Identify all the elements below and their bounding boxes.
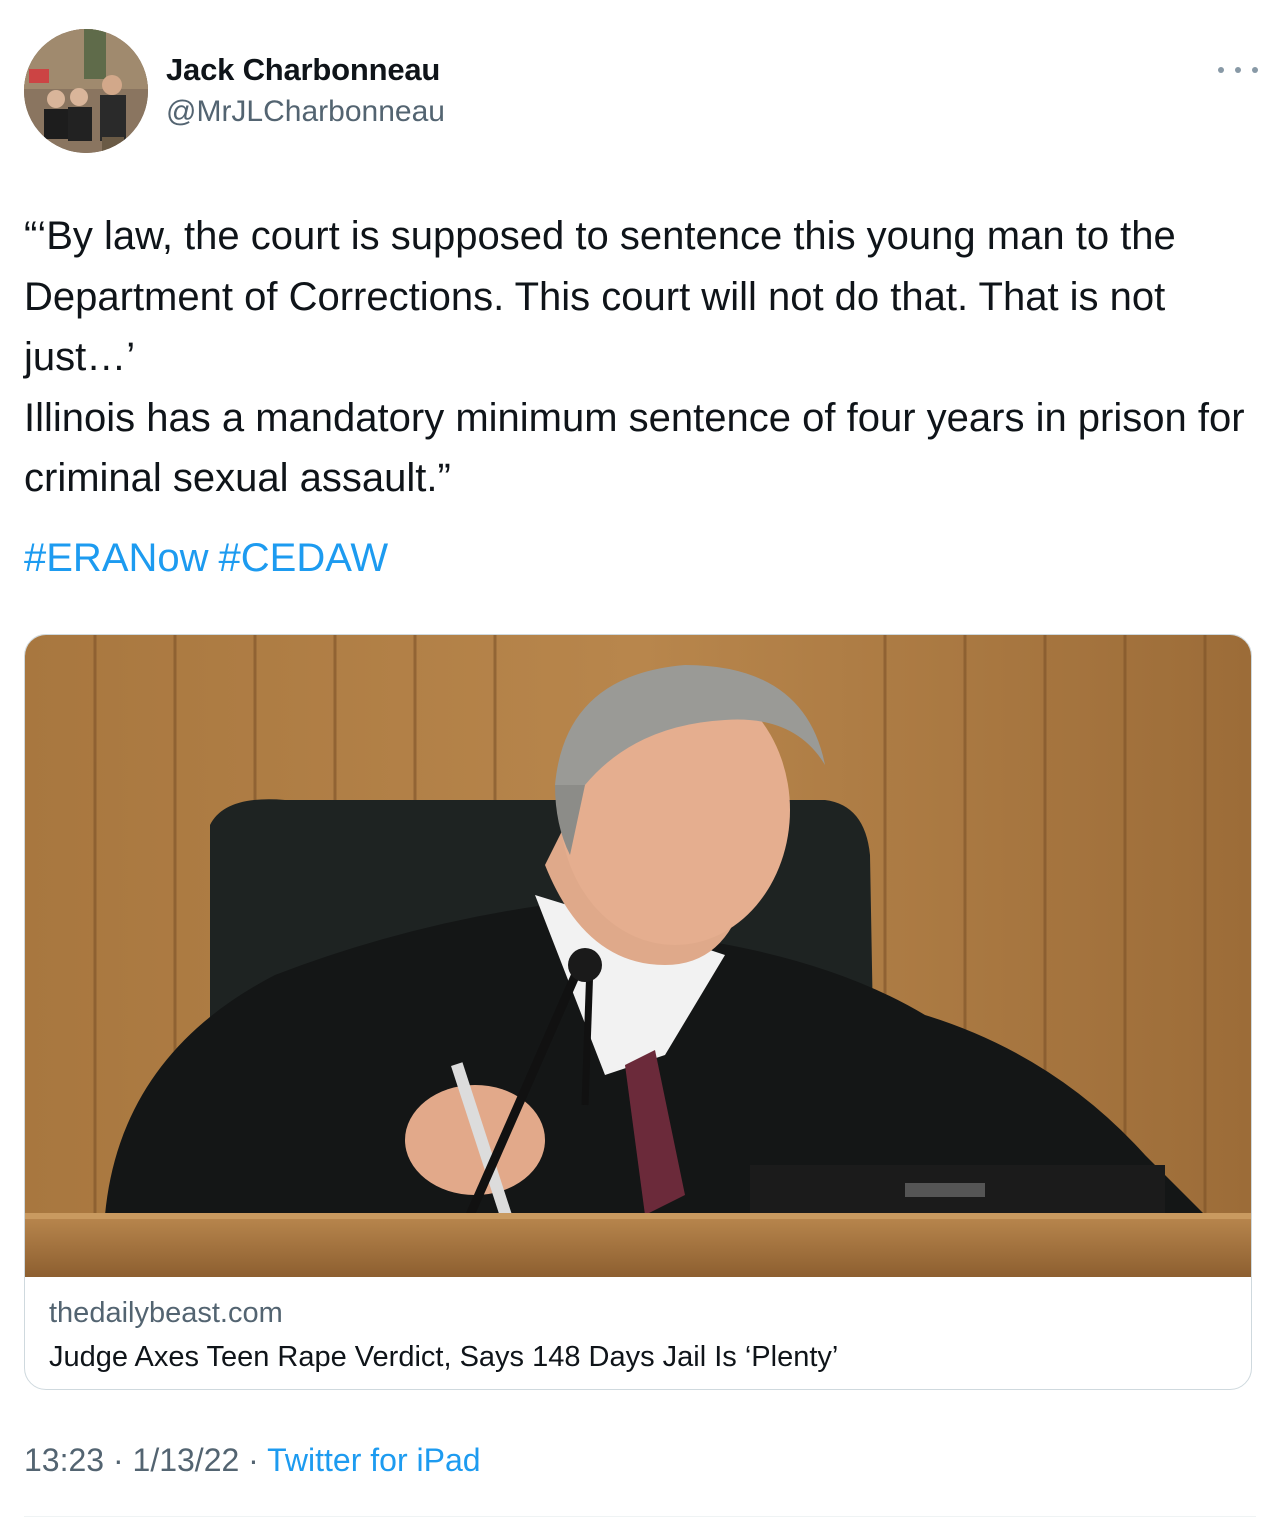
bottom-divider bbox=[24, 1516, 1256, 1517]
tweet-meta: 13:23 · 1/13/22 · Twitter for iPad bbox=[24, 1442, 481, 1479]
avatar-photo bbox=[24, 29, 148, 153]
link-preview-card[interactable]: thedailybeast.com Judge Axes Teen Rape V… bbox=[24, 634, 1252, 1390]
hashtag-link-cedaw[interactable]: #CEDAW bbox=[219, 536, 389, 580]
hashtag-link-eranow[interactable]: #ERANow bbox=[24, 536, 209, 580]
more-dot bbox=[1252, 67, 1258, 73]
meta-separator: · bbox=[248, 1442, 259, 1478]
card-title: Judge Axes Teen Rape Verdict, Says 148 D… bbox=[49, 1341, 839, 1373]
card-domain: thedailybeast.com bbox=[49, 1297, 283, 1329]
more-dot bbox=[1218, 67, 1224, 73]
tweet-source-link[interactable]: Twitter for iPad bbox=[267, 1442, 480, 1478]
tweet-time[interactable]: 13:23 bbox=[24, 1442, 104, 1478]
author-avatar[interactable] bbox=[24, 29, 148, 153]
author-display-name[interactable]: Jack Charbonneau bbox=[166, 52, 440, 88]
meta-separator: · bbox=[112, 1442, 124, 1478]
courtroom-judge-image bbox=[25, 635, 1251, 1277]
card-image bbox=[25, 635, 1251, 1277]
more-options-icon[interactable] bbox=[1218, 58, 1258, 82]
author-handle[interactable]: @MrJLCharbonneau bbox=[166, 95, 445, 129]
hashtag-row: #ERANow #CEDAW bbox=[24, 530, 398, 586]
tweet-date[interactable]: 1/13/22 bbox=[133, 1442, 240, 1478]
tweet-text: “‘By law, the court is supposed to sente… bbox=[24, 214, 1245, 500]
more-dot bbox=[1235, 67, 1241, 73]
